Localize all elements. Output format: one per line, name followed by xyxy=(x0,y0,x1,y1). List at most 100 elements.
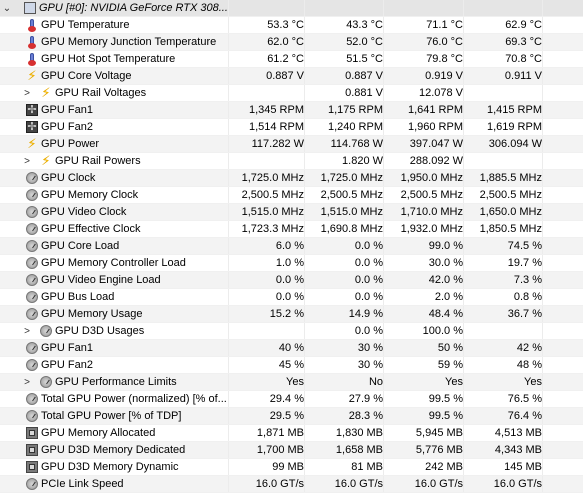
sensor-row-gpu-mem-junction-temp[interactable]: GPU Memory Junction Temperature 62.0 °C 52… xyxy=(0,34,583,51)
sensor-name-cell: > GPU D3D Usages xyxy=(0,323,228,340)
minimum-value: 14.9 % xyxy=(348,308,383,320)
average-value: 70.8 °C xyxy=(505,53,542,65)
sensor-row-gpu-mem-controller-load[interactable]: GPU Memory Controller Load 1.0 % 0.0 % 30.0… xyxy=(0,255,583,272)
sensor-label: GPU Memory Clock xyxy=(41,189,139,201)
current-value: 117.282 W xyxy=(251,138,304,150)
sensor-row-gpu-d3d-memory-dedicated[interactable]: GPU D3D Memory Dedicated 1,700 MB 1,658 MB… xyxy=(0,442,583,459)
column-divider xyxy=(463,391,464,407)
chip-icon xyxy=(26,461,38,473)
sensor-label: GPU Clock xyxy=(41,172,96,184)
column-divider xyxy=(304,442,305,458)
column-divider xyxy=(304,238,305,254)
sensor-row-gpu-video-engine-load[interactable]: GPU Video Engine Load 0.0 % 0.0 % 42.0 % 7.3… xyxy=(0,272,583,289)
sensor-label: GPU Core Load xyxy=(41,240,120,252)
gauge-icon xyxy=(26,223,38,235)
current-value: 99 MB xyxy=(272,461,304,473)
column-divider xyxy=(463,34,464,50)
collapse-chevron-icon[interactable]: ⌄ xyxy=(2,0,12,17)
column-divider xyxy=(304,340,305,356)
maximum-value xyxy=(383,0,463,17)
current-value: 0.0 % xyxy=(275,291,304,303)
sensor-row-gpu-fan1-pct[interactable]: GPU Fan1 40 % 30 % 50 % 42 % xyxy=(0,340,583,357)
minimum-value: No xyxy=(368,376,383,388)
column-divider xyxy=(304,459,305,475)
sensor-label: Total GPU Power [% of TDP] xyxy=(41,410,182,422)
column-divider xyxy=(542,102,543,118)
column-divider xyxy=(542,238,543,254)
sensor-row-gpu[interactable]: ⌄ GPU [#0]: NVIDIA GeForce RTX 308... xyxy=(0,0,583,17)
expand-chevron-icon[interactable]: > xyxy=(22,374,32,391)
minimum-value: 0.0 % xyxy=(354,291,383,303)
average-value: 0.8 % xyxy=(513,291,542,303)
column-divider xyxy=(304,357,305,373)
sensor-row-gpu-power[interactable]: ⚡ GPU Power 117.282 W 114.768 W 397.047 W 306… xyxy=(0,136,583,153)
sensor-row-gpu-fan1-rpm[interactable]: GPU Fan1 1,345 RPM 1,175 RPM 1,641 RPM 1,415… xyxy=(0,102,583,119)
sensor-label: GPU Memory Controller Load xyxy=(41,257,186,269)
column-divider xyxy=(542,221,543,237)
sensor-name-cell: GPU Video Clock xyxy=(0,204,228,221)
sensor-row-gpu-performance-limits[interactable]: > GPU Performance Limits Yes No Yes Yes xyxy=(0,374,583,391)
average-value: 1,650.0 MHz xyxy=(479,206,542,218)
column-divider xyxy=(383,204,384,220)
minimum-value: 1,240 RPM xyxy=(327,121,383,133)
sensor-row-gpu-rail-powers[interactable]: > ⚡ GPU Rail Powers 1.820 W 288.092 W xyxy=(0,153,583,170)
sensor-row-gpu-core-voltage[interactable]: ⚡ GPU Core Voltage 0.887 V 0.887 V 0.919 V 0.… xyxy=(0,68,583,85)
column-divider xyxy=(383,238,384,254)
sensor-row-gpu-fan2-rpm[interactable]: GPU Fan2 1,514 RPM 1,240 RPM 1,960 RPM 1,619… xyxy=(0,119,583,136)
expand-chevron-icon[interactable]: > xyxy=(22,323,32,340)
sensor-row-gpu-clock[interactable]: GPU Clock 1,725.0 MHz 1,725.0 MHz 1,950.0 M… xyxy=(0,170,583,187)
current-value: 53.3 °C xyxy=(267,19,304,31)
maximum-value: Yes xyxy=(445,376,463,388)
column-divider xyxy=(383,51,384,67)
column-divider xyxy=(228,204,229,220)
minimum-value: 27.9 % xyxy=(348,393,383,405)
column-divider xyxy=(542,425,543,441)
column-divider xyxy=(542,153,543,169)
column-divider xyxy=(542,476,543,492)
sensor-row-gpu-memory-usage[interactable]: GPU Memory Usage 15.2 % 14.9 % 48.4 % 36.7 % xyxy=(0,306,583,323)
sensor-row-gpu-bus-load[interactable]: GPU Bus Load 0.0 % 0.0 % 2.0 % 0.8 % xyxy=(0,289,583,306)
expand-chevron-icon[interactable]: > xyxy=(22,85,32,102)
minimum-value: 1,830 MB xyxy=(335,427,383,439)
sensor-row-gpu-video-clock[interactable]: GPU Video Clock 1,515.0 MHz 1,515.0 MHz 1,7… xyxy=(0,204,583,221)
sensor-label: GPU Power xyxy=(41,138,100,150)
sensor-row-gpu-core-load[interactable]: GPU Core Load 6.0 % 0.0 % 99.0 % 74.5 % xyxy=(0,238,583,255)
column-divider xyxy=(228,119,229,135)
sensor-name-cell: GPU Video Engine Load xyxy=(0,272,228,289)
sensor-row-gpu-rail-voltages[interactable]: > ⚡ GPU Rail Voltages 0.881 V 12.078 V xyxy=(0,85,583,102)
column-divider xyxy=(463,136,464,152)
current-value xyxy=(228,85,304,102)
column-divider xyxy=(542,306,543,322)
sensor-row-pcie-link-speed[interactable]: PCIe Link Speed 16.0 GT/s 16.0 GT/s 16.0 GT… xyxy=(0,476,583,493)
sensor-label: PCIe Link Speed xyxy=(41,478,124,490)
sensor-label: GPU D3D Memory Dynamic xyxy=(41,461,179,473)
sensor-row-total-gpu-power-tdp[interactable]: Total GPU Power [% of TDP] 29.5 % 28.3 % 99… xyxy=(0,408,583,425)
average-value: 0.911 V xyxy=(504,70,542,82)
minimum-value: 81 MB xyxy=(351,461,383,473)
average-value: 1,850.5 MHz xyxy=(479,223,542,235)
sensor-row-gpu-d3d-usages[interactable]: > GPU D3D Usages 0.0 % 100.0 % xyxy=(0,323,583,340)
column-divider xyxy=(383,221,384,237)
sensor-row-gpu-hotspot-temp[interactable]: GPU Hot Spot Temperature 61.2 °C 51.5 °C 79… xyxy=(0,51,583,68)
sensor-row-gpu-d3d-memory-dynamic[interactable]: GPU D3D Memory Dynamic 99 MB 81 MB 242 MB 14… xyxy=(0,459,583,476)
sensor-row-total-gpu-power-normalized[interactable]: Total GPU Power (normalized) [% of... 29.… xyxy=(0,391,583,408)
column-divider xyxy=(304,102,305,118)
sensor-row-gpu-effective-clock[interactable]: GPU Effective Clock 1,723.3 MHz 1,690.8 MH… xyxy=(0,221,583,238)
sensor-row-gpu-memory-allocated[interactable]: GPU Memory Allocated 1,871 MB 1,830 MB 5,94… xyxy=(0,425,583,442)
column-divider xyxy=(228,221,229,237)
column-divider xyxy=(383,34,384,50)
column-divider xyxy=(463,0,464,16)
sensor-row-gpu-temp[interactable]: GPU Temperature 53.3 °C 43.3 °C 71.1 °C 62.9… xyxy=(0,17,583,34)
column-divider xyxy=(228,0,229,16)
column-divider xyxy=(304,323,305,339)
current-value: 0.0 % xyxy=(275,274,304,286)
column-divider xyxy=(542,170,543,186)
bolt-icon: ⚡ xyxy=(41,85,51,100)
sensor-row-gpu-memory-clock[interactable]: GPU Memory Clock 2,500.5 MHz 2,500.5 MHz 2,… xyxy=(0,187,583,204)
current-value: 2,500.5 MHz xyxy=(241,189,304,201)
sensor-label: Total GPU Power (normalized) [% of... xyxy=(41,393,227,405)
average-value xyxy=(463,85,542,102)
sensor-row-gpu-fan2-pct[interactable]: GPU Fan2 45 % 30 % 59 % 48 % xyxy=(0,357,583,374)
expand-chevron-icon[interactable]: > xyxy=(22,153,32,170)
column-divider xyxy=(463,374,464,390)
